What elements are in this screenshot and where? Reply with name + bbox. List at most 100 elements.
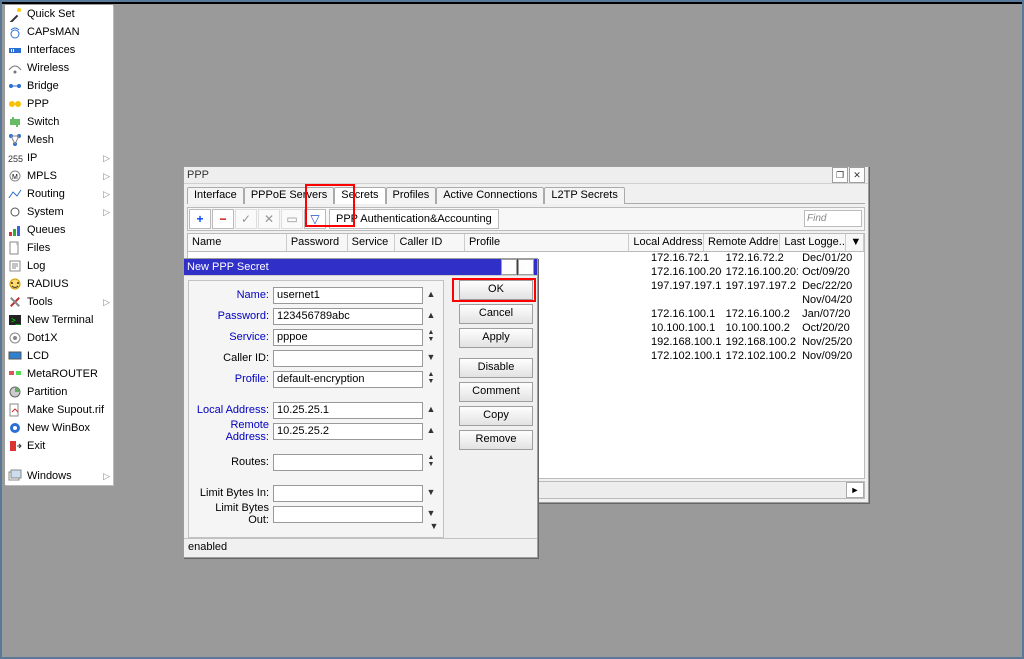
dialog-titlebar[interactable]: New PPP Secret ❐ ✕ <box>184 259 537 276</box>
close-button[interactable]: ✕ <box>849 167 865 183</box>
cell-local-address: 197.197.197.1 <box>647 280 722 294</box>
disable-button[interactable]: ✕ <box>258 209 280 229</box>
sidebar-item-dot1x[interactable]: Dot1X <box>5 329 113 347</box>
mesh-icon <box>7 132 23 148</box>
column-header-last-logge-[interactable]: Last Logge... <box>780 234 846 251</box>
ok-button[interactable]: OK <box>459 280 533 300</box>
sidebar-item-tools[interactable]: Tools▷ <box>5 293 113 311</box>
enable-button[interactable]: ✓ <box>235 209 257 229</box>
filter-button[interactable]: ▽ <box>304 209 326 229</box>
tab-secrets[interactable]: Secrets <box>334 187 385 204</box>
sidebar-item-ip[interactable]: 255IP▷ <box>5 149 113 167</box>
service-label: Service: <box>195 331 273 343</box>
sidebar-item-make-supout-rif[interactable]: Make Supout.rif <box>5 401 113 419</box>
sidebar-item-new-winbox[interactable]: New WinBox <box>5 419 113 437</box>
tab-active-connections[interactable]: Active Connections <box>436 187 544 204</box>
limit-bytes-in-input[interactable] <box>273 485 423 502</box>
column-header-service[interactable]: Service <box>348 234 396 251</box>
service-down-icon[interactable]: ▼ <box>425 337 437 344</box>
limit-bytes-out-label: Limit Bytes Out: <box>195 502 273 526</box>
secrets-table-header[interactable]: NamePasswordServiceCaller IDProfileLocal… <box>187 233 865 252</box>
callerid-label: Caller ID: <box>195 352 273 364</box>
cancel-button[interactable]: Cancel <box>459 304 533 324</box>
sidebar-item-metarouter[interactable]: MetaROUTER <box>5 365 113 383</box>
remote-address-input[interactable] <box>273 423 423 440</box>
sidebar-item-wireless[interactable]: Wireless <box>5 59 113 77</box>
sidebar-item-radius[interactable]: RADIUS <box>5 275 113 293</box>
password-toggle-icon[interactable]: ▲ <box>425 309 437 323</box>
scroll-right-button[interactable]: ► <box>846 482 864 498</box>
lbin-toggle-icon[interactable]: ▼ <box>425 486 437 500</box>
comment-button[interactable]: ▭ <box>281 209 303 229</box>
column-header-local-address[interactable]: Local Address <box>629 234 704 251</box>
bridge-icon <box>7 78 23 94</box>
cell-local-address: 172.16.100.200 <box>647 266 722 280</box>
remote-toggle-icon[interactable]: ▲ <box>425 424 437 438</box>
callerid-toggle-icon[interactable]: ▼ <box>425 351 437 365</box>
dialog-status: enabled <box>184 538 537 557</box>
apply-button[interactable]: Apply <box>459 328 533 348</box>
sort-indicator-icon[interactable]: ▼ <box>846 234 864 251</box>
routes-down-icon[interactable]: ▼ <box>425 462 437 469</box>
service-input[interactable] <box>273 329 423 346</box>
add-button[interactable]: + <box>189 209 211 229</box>
restore-button[interactable]: ❐ <box>832 167 848 183</box>
column-header-name[interactable]: Name <box>188 234 287 251</box>
ppp-icon <box>7 96 23 112</box>
profile-down-icon[interactable]: ▼ <box>425 379 437 386</box>
ppp-window-titlebar[interactable]: PPP ❐ ✕ <box>184 167 868 184</box>
sidebar-item-system[interactable]: System▷ <box>5 203 113 221</box>
column-header-remote-address[interactable]: Remote Address <box>704 234 780 251</box>
column-header-password[interactable]: Password <box>287 234 348 251</box>
tab-pppoe-servers[interactable]: PPPoE Servers <box>244 187 334 204</box>
sidebar-item-routing[interactable]: Routing▷ <box>5 185 113 203</box>
find-field[interactable]: Find <box>804 210 862 227</box>
remove-button[interactable]: Remove <box>459 430 533 450</box>
supout-icon <box>7 402 23 418</box>
cell-last-logged: Dec/22/20 <box>798 280 864 294</box>
sidebar-item-exit[interactable]: Exit <box>5 437 113 455</box>
sidebar-item-mesh[interactable]: Mesh <box>5 131 113 149</box>
disable-button[interactable]: Disable <box>459 358 533 378</box>
profile-input[interactable] <box>273 371 423 388</box>
sidebar-item-interfaces[interactable]: Interfaces <box>5 41 113 59</box>
dialog-restore-button[interactable]: ❐ <box>501 259 517 275</box>
sidebar-item-capsman[interactable]: CAPsMAN <box>5 23 113 41</box>
tab-l2tp-secrets[interactable]: L2TP Secrets <box>544 187 624 204</box>
name-label: Name: <box>195 289 273 301</box>
name-input[interactable] <box>273 287 423 304</box>
scroll-down-icon[interactable]: ▼ <box>428 520 440 534</box>
sidebar-item-label: Make Supout.rif <box>27 404 104 416</box>
cell-remote-address: 172.16.100.201 <box>722 266 798 280</box>
sidebar-item-new-terminal[interactable]: >_New Terminal <box>5 311 113 329</box>
tab-profiles[interactable]: Profiles <box>386 187 437 204</box>
cell-remote-address: 192.168.100.2 <box>722 336 798 350</box>
sidebar-item-windows[interactable]: Windows▷ <box>5 467 113 485</box>
sidebar-item-log[interactable]: Log <box>5 257 113 275</box>
column-header-caller-id[interactable]: Caller ID <box>395 234 464 251</box>
sidebar-item-mpls[interactable]: MMPLS▷ <box>5 167 113 185</box>
local-address-input[interactable] <box>273 402 423 419</box>
name-dropdown-icon[interactable]: ▲ <box>425 288 437 302</box>
callerid-input[interactable] <box>273 350 423 367</box>
sidebar-item-lcd[interactable]: LCD <box>5 347 113 365</box>
lbout-toggle-icon[interactable]: ▼ <box>425 507 437 521</box>
dialog-close-button[interactable]: ✕ <box>518 259 534 275</box>
sidebar-item-quick-set[interactable]: Quick Set <box>5 5 113 23</box>
sidebar-item-queues[interactable]: Queues <box>5 221 113 239</box>
tab-interface[interactable]: Interface <box>187 187 244 204</box>
comment-button[interactable]: Comment <box>459 382 533 402</box>
copy-button[interactable]: Copy <box>459 406 533 426</box>
column-header-profile[interactable]: Profile <box>465 234 629 251</box>
local-toggle-icon[interactable]: ▲ <box>425 403 437 417</box>
sidebar-item-partition[interactable]: Partition <box>5 383 113 401</box>
sidebar-item-switch[interactable]: Switch <box>5 113 113 131</box>
sidebar-item-bridge[interactable]: Bridge <box>5 77 113 95</box>
sidebar-item-files[interactable]: Files <box>5 239 113 257</box>
remove-button[interactable]: − <box>212 209 234 229</box>
ppp-auth-accounting-button[interactable]: PPP Authentication&Accounting <box>329 209 499 229</box>
limit-bytes-out-input[interactable] <box>273 506 423 523</box>
routes-input[interactable] <box>273 454 423 471</box>
sidebar-item-ppp[interactable]: PPP <box>5 95 113 113</box>
password-input[interactable] <box>273 308 423 325</box>
